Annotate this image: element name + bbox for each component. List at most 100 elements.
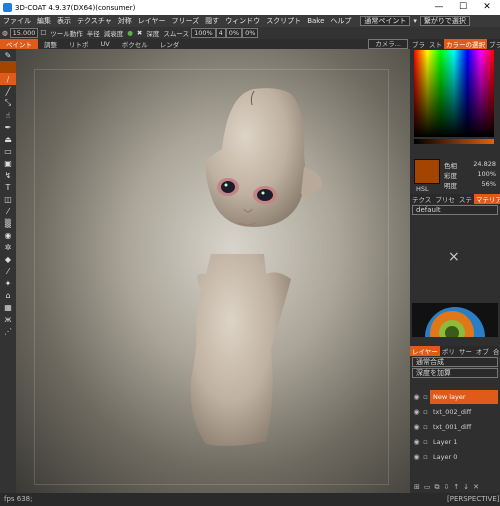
smudge-tool-icon[interactable]: ☝ bbox=[0, 109, 16, 121]
scale-tool-icon[interactable]: ⤡ bbox=[0, 97, 16, 109]
maximize-button[interactable]: ☐ bbox=[452, 0, 474, 15]
tab-materials[interactable]: マテリアル bbox=[473, 194, 500, 204]
blend-mode-select[interactable]: 通常合成 bbox=[412, 357, 498, 367]
tab-layers[interactable]: レイヤー bbox=[410, 346, 440, 356]
menu-symmetry[interactable]: 対称 bbox=[115, 16, 135, 26]
hue-slider[interactable] bbox=[414, 139, 494, 144]
value2-input[interactable]: 0% bbox=[225, 28, 243, 38]
material-preset-select[interactable]: default bbox=[412, 205, 498, 215]
layer-name[interactable]: New layer bbox=[430, 389, 498, 404]
gear-icon[interactable]: ✲ bbox=[0, 241, 16, 253]
tab-uv[interactable]: UV bbox=[95, 40, 116, 48]
projection-mode[interactable]: [PERSPECTIVE] bbox=[447, 495, 500, 503]
eye-icon[interactable]: ◉ bbox=[412, 453, 421, 461]
3d-viewport[interactable] bbox=[16, 49, 410, 493]
eye-icon[interactable]: ◉ bbox=[412, 438, 421, 446]
layer-name[interactable]: txt_001_diff bbox=[430, 423, 471, 431]
cube-icon[interactable]: ◆ bbox=[0, 253, 16, 265]
menu-texture[interactable]: テクスチャ bbox=[74, 16, 115, 26]
menu-freeze[interactable]: フリーズ bbox=[169, 16, 203, 26]
menu-help[interactable]: ヘルプ bbox=[327, 16, 354, 26]
layer-row[interactable]: ◉ ▫ txt_002_diff bbox=[412, 404, 498, 419]
minimize-button[interactable]: — bbox=[428, 0, 450, 15]
tab-retopo[interactable]: リトポ bbox=[63, 39, 95, 49]
lock-icon[interactable]: ▫ bbox=[421, 408, 430, 416]
size-input[interactable]: 15.000 bbox=[9, 28, 39, 38]
layer-row[interactable]: ◉ ▫ txt_001_diff bbox=[412, 419, 498, 434]
duplicate-icon[interactable]: ⧉ bbox=[435, 483, 440, 492]
paint-mode-chevron-down-icon[interactable]: ▾ bbox=[410, 17, 420, 25]
bucket-icon[interactable]: ⌂ bbox=[0, 289, 16, 301]
tab-paint[interactable]: ペイント bbox=[0, 39, 38, 49]
depth-mode-select[interactable]: 深度を加算 bbox=[412, 368, 498, 378]
current-color-swatch[interactable] bbox=[414, 159, 440, 184]
tab-brush[interactable]: ブラ bbox=[410, 39, 427, 49]
depth-slider[interactable]: 深度 bbox=[144, 28, 161, 38]
curve-icon[interactable]: ↯ bbox=[0, 169, 16, 181]
menu-file[interactable]: ファイル bbox=[0, 16, 34, 26]
menu-window[interactable]: ウィンドウ bbox=[222, 16, 263, 26]
tab-textures[interactable]: テクス bbox=[410, 194, 433, 204]
tool-action-checkbox[interactable]: ☐ bbox=[38, 29, 48, 37]
tab-merge[interactable]: 合 bbox=[491, 346, 500, 356]
pencil-icon[interactable]: ✎ bbox=[0, 49, 16, 61]
camera-select[interactable]: カメラ... bbox=[368, 39, 408, 49]
knife-icon[interactable]: ⁄ bbox=[0, 205, 16, 217]
hue-value[interactable]: 24.828 bbox=[473, 160, 496, 168]
tab-stroke[interactable]: スト bbox=[427, 39, 444, 49]
lock-icon[interactable]: ▫ bbox=[421, 423, 430, 431]
eye-icon[interactable]: ◉ bbox=[412, 393, 421, 401]
tab-polygroups[interactable]: ポリ bbox=[440, 346, 457, 356]
lightness-value[interactable]: 56% bbox=[482, 180, 496, 188]
layer-name[interactable]: Layer 0 bbox=[430, 453, 457, 461]
merge-icon[interactable]: ⇩ bbox=[444, 483, 450, 492]
layer-name[interactable]: Layer 1 bbox=[430, 438, 457, 446]
move-down-icon[interactable]: ↓ bbox=[463, 483, 469, 492]
picture-icon[interactable]: ◫ bbox=[0, 193, 16, 205]
move-up-icon[interactable]: ↑ bbox=[453, 483, 459, 492]
close-button[interactable]: ✕ bbox=[476, 0, 498, 15]
select-icon[interactable]: ▦ bbox=[0, 301, 16, 313]
menu-bake[interactable]: Bake bbox=[304, 17, 327, 25]
line-tool-icon[interactable]: ╱ bbox=[0, 85, 16, 97]
layer-row[interactable]: ◉ ▫ New layer bbox=[412, 389, 498, 404]
radius-slider[interactable]: 半径 bbox=[85, 28, 102, 38]
folder-icon[interactable]: ▭ bbox=[424, 483, 431, 492]
eraser-icon[interactable]: ▭ bbox=[0, 145, 16, 157]
add-layer-icon[interactable]: ⊞ bbox=[414, 483, 420, 492]
lock-icon[interactable]: ▫ bbox=[421, 453, 430, 461]
lock-icon[interactable]: ▫ bbox=[421, 393, 430, 401]
value3-input[interactable]: 0% bbox=[242, 28, 259, 38]
hsl-toggle[interactable]: HSL bbox=[416, 185, 429, 193]
layer-name[interactable]: txt_002_diff bbox=[430, 408, 471, 416]
menu-layer[interactable]: レイヤー bbox=[135, 16, 169, 26]
tab-adjust[interactable]: 調整 bbox=[38, 39, 63, 49]
text-tool-icon[interactable]: T bbox=[0, 181, 16, 193]
tab-surface[interactable]: サー bbox=[457, 346, 474, 356]
stamp-icon[interactable]: ⏏ bbox=[0, 133, 16, 145]
tab-stencils[interactable]: ステ bbox=[457, 194, 474, 204]
symmetry-x-icon[interactable]: ✖ bbox=[135, 29, 144, 37]
tab-presets[interactable]: プリセ bbox=[433, 194, 457, 204]
menu-view[interactable]: 表示 bbox=[54, 16, 74, 26]
select-mode-select[interactable]: 繋がりで選択 bbox=[419, 16, 470, 26]
opacity-input[interactable]: 100% bbox=[191, 28, 216, 38]
falloff-slider[interactable]: 減衰度 bbox=[102, 28, 126, 38]
delete-layer-icon[interactable]: ✕ bbox=[473, 483, 479, 492]
airbrush-icon[interactable]: ✒ bbox=[0, 121, 16, 133]
smooth-slider[interactable]: スムース bbox=[161, 28, 191, 38]
eye-icon[interactable]: ◉ bbox=[412, 408, 421, 416]
material-sphere-icon[interactable]: ● bbox=[125, 29, 135, 37]
lock-icon[interactable]: ▫ bbox=[421, 438, 430, 446]
color-field[interactable] bbox=[414, 50, 494, 137]
empty-material-slot-icon[interactable]: × bbox=[448, 249, 460, 265]
layer-row[interactable]: ◉ ▫ Layer 0 bbox=[412, 449, 498, 464]
paint-mode-select[interactable]: 通常ペイント bbox=[360, 16, 411, 26]
fill-icon[interactable]: ▣ bbox=[0, 157, 16, 169]
pattern-icon[interactable]: ▒ bbox=[0, 217, 16, 229]
brush-tool-icon[interactable]: / bbox=[0, 73, 16, 85]
menu-script[interactable]: スクリプト bbox=[263, 16, 304, 26]
saturation-value[interactable]: 100% bbox=[477, 170, 496, 178]
wand-icon[interactable]: ✦ bbox=[0, 277, 16, 289]
ruler-icon[interactable]: ⋰ bbox=[0, 325, 16, 337]
